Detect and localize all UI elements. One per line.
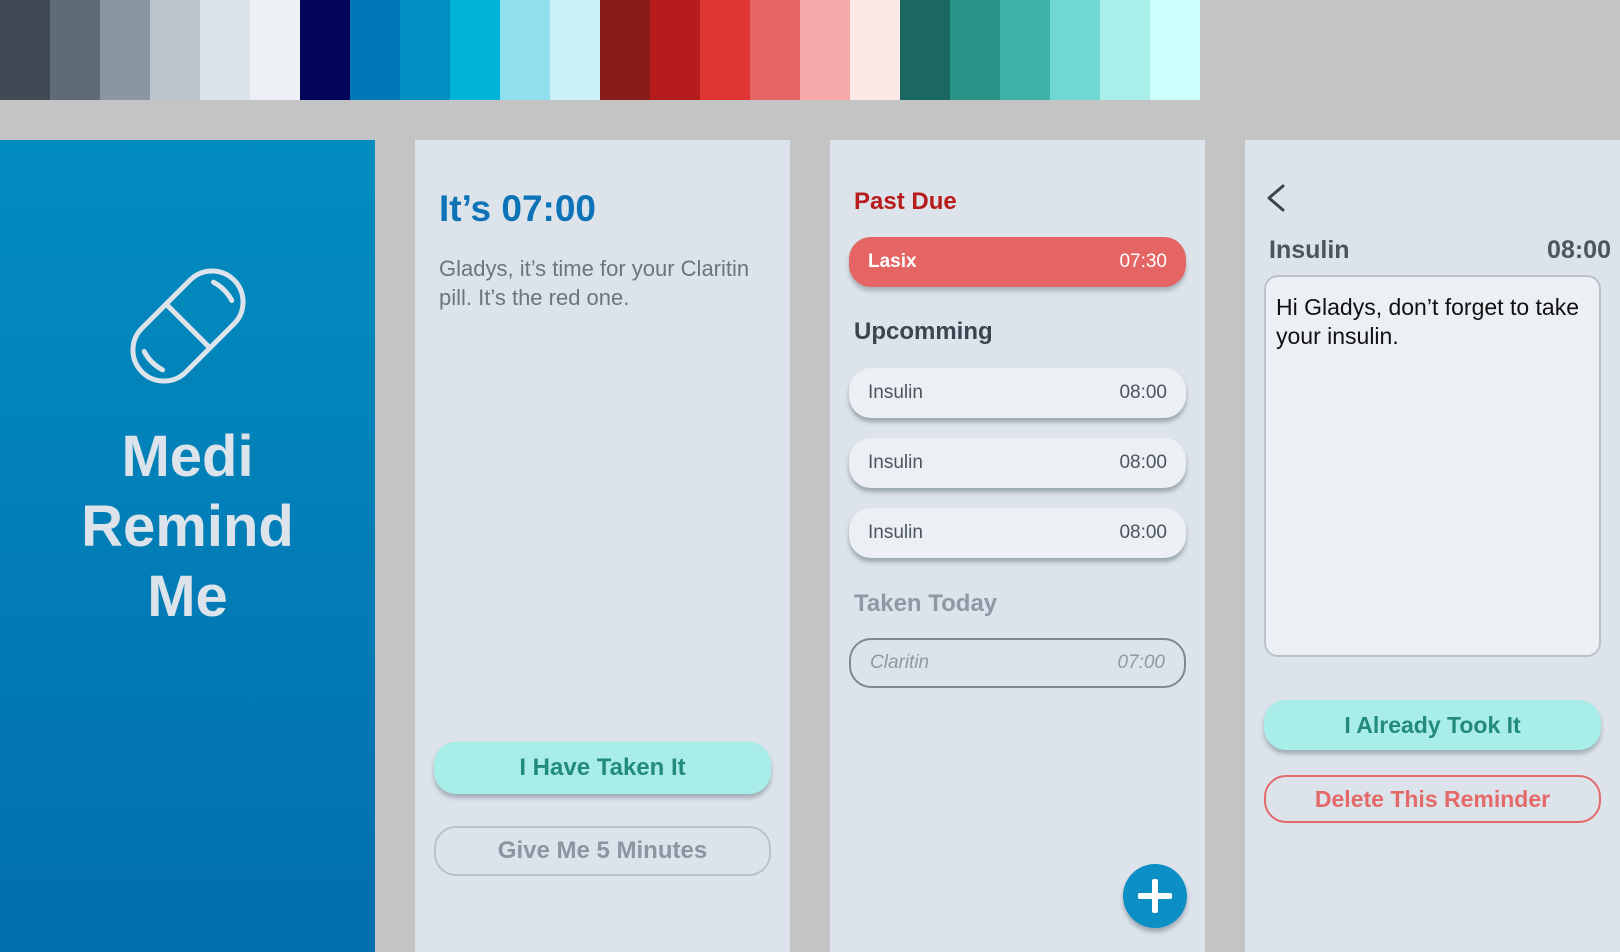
item-name: Lasix bbox=[868, 251, 917, 272]
color-swatch bbox=[750, 0, 800, 100]
list-item-past-due[interactable]: Lasix 07:30 bbox=[849, 237, 1186, 287]
reminder-name: Insulin bbox=[1269, 236, 1350, 264]
upcoming-heading: Upcomming bbox=[854, 318, 993, 345]
color-swatch bbox=[450, 0, 500, 100]
item-time: 08:00 bbox=[1119, 452, 1167, 473]
color-swatch bbox=[200, 0, 250, 100]
color-swatch bbox=[900, 0, 950, 100]
app-name: Medi Remind Me bbox=[0, 422, 375, 632]
pill-icon bbox=[130, 268, 246, 384]
item-name: Insulin bbox=[868, 382, 923, 403]
color-swatch bbox=[1100, 0, 1150, 100]
item-time: 08:00 bbox=[1119, 522, 1167, 543]
color-swatch bbox=[150, 0, 200, 100]
color-swatch bbox=[850, 0, 900, 100]
color-swatch bbox=[550, 0, 600, 100]
reminder-note-field[interactable]: Hi Gladys, don’t forget to take your ins… bbox=[1264, 275, 1601, 657]
chevron-left-icon[interactable] bbox=[1261, 180, 1293, 216]
color-swatch bbox=[250, 0, 300, 100]
reminder-detail-screen: Insulin 08:00 Hi Gladys, don’t forget to… bbox=[1245, 140, 1620, 952]
item-name: Insulin bbox=[868, 452, 923, 473]
already-took-button[interactable]: I Already Took It bbox=[1264, 700, 1601, 750]
app-name-line: Medi bbox=[121, 424, 254, 489]
color-swatch bbox=[700, 0, 750, 100]
taken-button[interactable]: I Have Taken It bbox=[434, 742, 771, 794]
color-swatch bbox=[950, 0, 1000, 100]
color-swatch bbox=[650, 0, 700, 100]
item-name: Claritin bbox=[870, 652, 930, 673]
list-item-upcoming[interactable]: Insulin 08:00 bbox=[849, 438, 1186, 488]
color-swatch bbox=[600, 0, 650, 100]
color-swatch bbox=[100, 0, 150, 100]
item-time: 08:00 bbox=[1119, 382, 1167, 403]
add-reminder-button[interactable] bbox=[1123, 864, 1187, 928]
color-swatch bbox=[0, 0, 50, 100]
list-item-upcoming[interactable]: Insulin 08:00 bbox=[849, 508, 1186, 558]
snooze-button[interactable]: Give Me 5 Minutes bbox=[434, 826, 771, 876]
color-swatch bbox=[50, 0, 100, 100]
alert-title: It’s 07:00 bbox=[439, 188, 596, 229]
splash-screen: Medi Remind Me bbox=[0, 140, 375, 952]
item-name: Insulin bbox=[868, 522, 923, 543]
color-swatch bbox=[1150, 0, 1200, 100]
item-time: 07:30 bbox=[1119, 251, 1167, 272]
list-item-upcoming[interactable]: Insulin 08:00 bbox=[849, 368, 1186, 418]
color-swatch bbox=[1050, 0, 1100, 100]
plus-icon bbox=[1152, 879, 1158, 913]
color-swatch bbox=[500, 0, 550, 100]
app-name-line: Me bbox=[147, 564, 228, 629]
color-palette bbox=[0, 0, 1200, 100]
color-swatch bbox=[800, 0, 850, 100]
taken-today-heading: Taken Today bbox=[854, 590, 998, 617]
color-swatch bbox=[1000, 0, 1050, 100]
color-swatch bbox=[300, 0, 350, 100]
reminder-time: 08:00 bbox=[1547, 236, 1611, 264]
alert-message: Gladys, it’s time for your Claritin pill… bbox=[439, 256, 750, 310]
color-swatch bbox=[400, 0, 450, 100]
list-item-taken[interactable]: Claritin 07:00 bbox=[849, 638, 1186, 688]
app-name-line: Remind bbox=[81, 494, 294, 559]
item-time: 07:00 bbox=[1117, 652, 1165, 673]
color-swatch bbox=[350, 0, 400, 100]
alert-screen: It’s 07:00 Gladys, it’s time for your Cl… bbox=[415, 140, 790, 952]
delete-reminder-button[interactable]: Delete This Reminder bbox=[1264, 775, 1601, 823]
past-due-heading: Past Due bbox=[854, 188, 957, 215]
reminder-list-screen: Past Due Lasix 07:30 Upcomming Insulin 0… bbox=[830, 140, 1205, 952]
